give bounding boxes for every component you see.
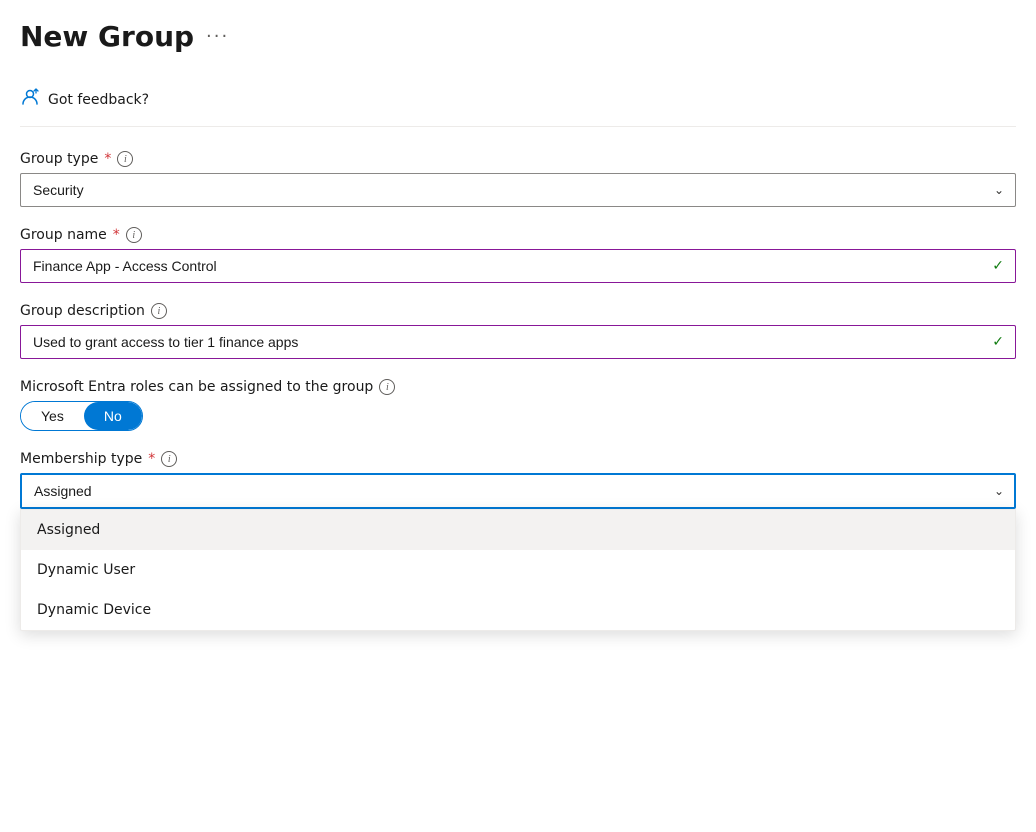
group-name-section: Group name * i ✓ <box>20 227 1016 283</box>
entra-roles-label-text: Microsoft Entra roles can be assigned to… <box>20 379 373 395</box>
toggle-no-button[interactable]: No <box>84 402 142 430</box>
group-description-input[interactable] <box>20 325 1016 359</box>
group-type-info-icon[interactable]: i <box>117 151 133 167</box>
membership-type-dropdown: Assigned Dynamic User Dynamic Device <box>20 509 1016 631</box>
group-type-select-wrapper: Security Microsoft 365 ⌄ <box>20 173 1016 207</box>
group-description-check-icon: ✓ <box>992 334 1004 350</box>
page-header: New Group ··· <box>20 20 1016 53</box>
group-type-label-text: Group type <box>20 151 98 167</box>
group-name-label-text: Group name <box>20 227 107 243</box>
feedback-icon <box>20 87 40 112</box>
group-description-label: Group description i <box>20 303 1016 319</box>
entra-roles-toggle: Yes No <box>20 401 143 431</box>
group-name-check-icon: ✓ <box>992 258 1004 274</box>
entra-roles-section: Microsoft Entra roles can be assigned to… <box>20 379 1016 431</box>
membership-type-required: * <box>148 451 155 467</box>
group-description-input-wrapper: ✓ <box>20 325 1016 359</box>
group-name-info-icon[interactable]: i <box>126 227 142 243</box>
group-description-label-text: Group description <box>20 303 145 319</box>
membership-type-label-text: Membership type <box>20 451 142 467</box>
group-type-section: Group type * i Security Microsoft 365 ⌄ <box>20 151 1016 207</box>
group-description-section: Group description i ✓ <box>20 303 1016 359</box>
group-name-input-wrapper: ✓ <box>20 249 1016 283</box>
dropdown-item-assigned[interactable]: Assigned <box>21 510 1015 550</box>
group-name-required: * <box>113 227 120 243</box>
membership-type-info-icon[interactable]: i <box>161 451 177 467</box>
page-container: New Group ··· Got feedback? Group type *… <box>0 0 1036 832</box>
dropdown-item-dynamic-device[interactable]: Dynamic Device <box>21 590 1015 630</box>
group-name-input[interactable] <box>20 249 1016 283</box>
dropdown-item-dynamic-user[interactable]: Dynamic User <box>21 550 1015 590</box>
group-type-select[interactable]: Security Microsoft 365 <box>20 173 1016 207</box>
more-options-button[interactable]: ··· <box>206 26 229 47</box>
group-name-label: Group name * i <box>20 227 1016 243</box>
membership-type-select-wrapper: Assigned Dynamic User Dynamic Device ⌄ A… <box>20 473 1016 509</box>
page-title: New Group <box>20 20 194 53</box>
membership-type-select[interactable]: Assigned Dynamic User Dynamic Device <box>20 473 1016 509</box>
feedback-section: Got feedback? <box>20 73 1016 127</box>
group-type-label: Group type * i <box>20 151 1016 167</box>
toggle-yes-button[interactable]: Yes <box>21 402 84 430</box>
feedback-link[interactable]: Got feedback? <box>48 92 149 108</box>
group-description-info-icon[interactable]: i <box>151 303 167 319</box>
entra-roles-info-icon[interactable]: i <box>379 379 395 395</box>
group-type-required: * <box>104 151 111 167</box>
entra-roles-label: Microsoft Entra roles can be assigned to… <box>20 379 1016 395</box>
membership-type-label: Membership type * i <box>20 451 1016 467</box>
membership-type-section: Membership type * i Assigned Dynamic Use… <box>20 451 1016 509</box>
